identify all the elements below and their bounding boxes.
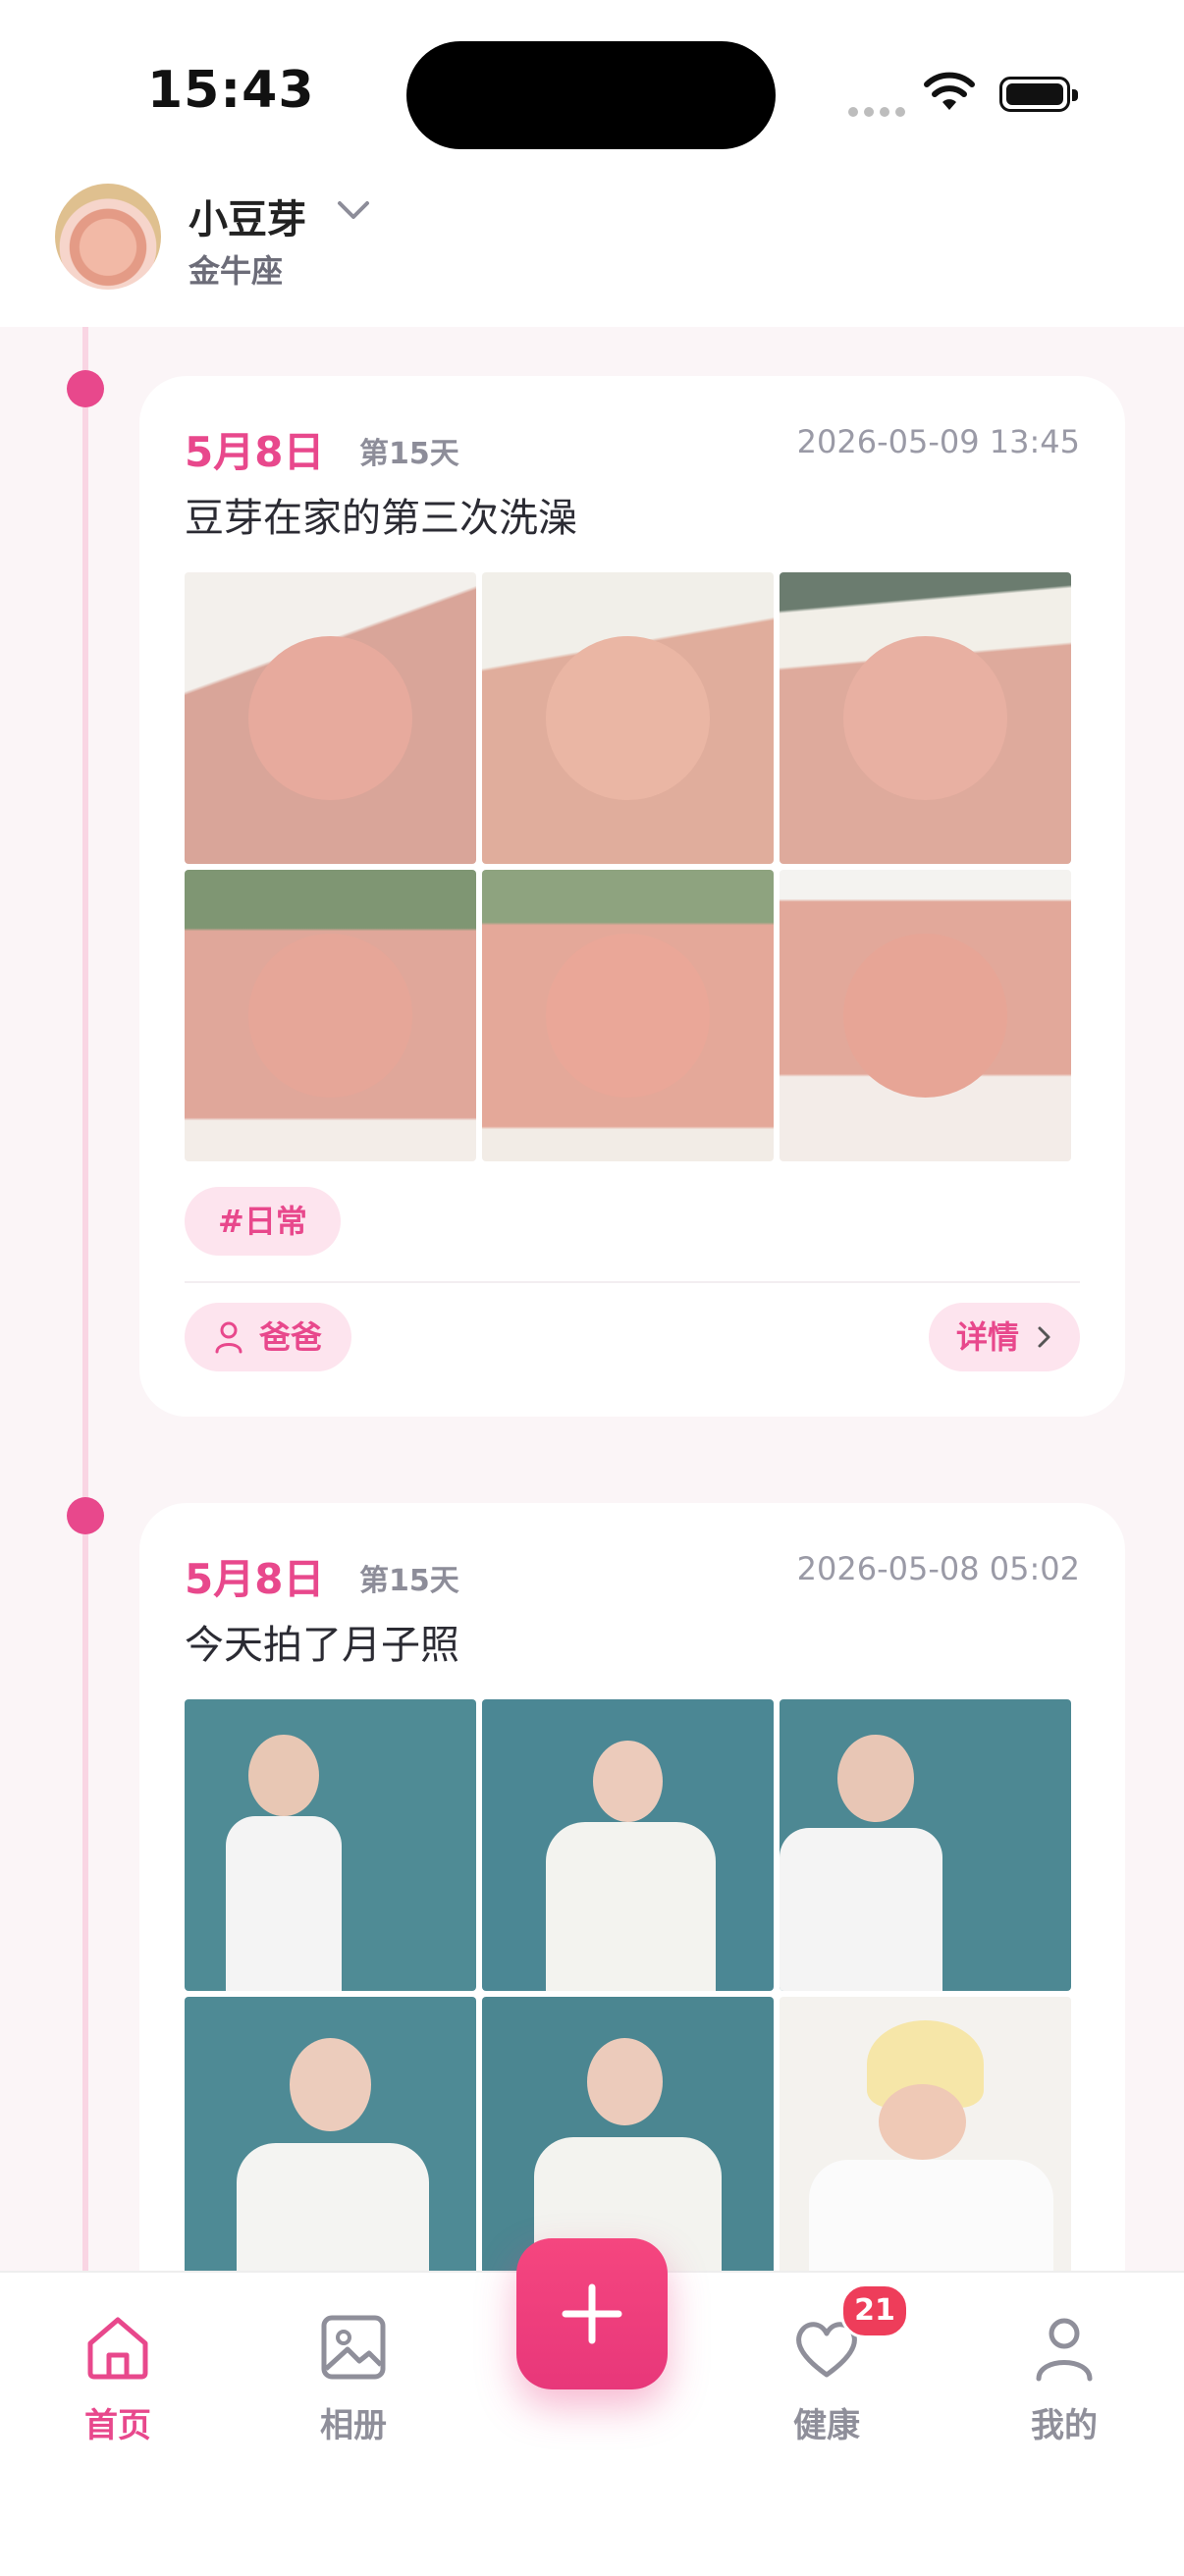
photo-thumbnail[interactable] [482,572,774,864]
cellular-signal-icon [848,102,911,121]
baby-zodiac: 金牛座 [188,252,284,290]
photo-thumbnail[interactable] [185,1997,476,2271]
post-date: 5月8日 [185,428,325,476]
baby-avatar[interactable] [55,184,161,290]
battery-icon [999,77,1078,112]
photo-thumbnail[interactable] [482,870,774,1161]
home-icon [87,2317,148,2380]
post-tag[interactable]: #日常 [185,1187,341,1256]
status-bar: 15:43 [0,0,1184,172]
photo-grid [185,572,1072,1161]
add-post-button[interactable] [516,2238,668,2389]
photo-thumbnail[interactable] [185,870,476,1161]
author-name: 爸爸 [259,1318,323,1356]
chevron-down-icon[interactable] [334,195,373,225]
photo-thumbnail[interactable] [780,572,1071,864]
timeline-line [82,327,88,2271]
detail-button[interactable]: 详情 [928,1303,1080,1371]
post-timestamp: 2026-05-08 05:02 [796,1550,1080,1587]
dynamic-island [406,41,776,149]
user-icon [1036,2318,1093,2382]
author-chip[interactable]: 爸爸 [185,1303,352,1371]
photo-thumbnail[interactable] [482,1997,774,2271]
timeline-dot [67,370,104,407]
photo-thumbnail[interactable] [780,1997,1071,2271]
post-day-count: 第15天 [359,1564,459,1598]
post-title: 豆芽在家的第三次洗澡 [185,496,577,541]
photo-thumbnail[interactable] [482,1699,774,1991]
post-title: 今天拍了月子照 [185,1623,459,1668]
detail-label: 详情 [955,1318,1019,1356]
photo-grid [185,1699,1072,2271]
nav-item-album[interactable]: 相册 [265,2310,442,2446]
nav-label: 相册 [320,2406,387,2445]
app-header: 小豆芽 金牛座 [0,172,1184,327]
user-icon [215,1321,242,1354]
status-time: 15:43 [147,61,315,120]
nav-item-profile[interactable]: 我的 [976,2310,1153,2446]
health-badge: 21 [840,2283,909,2338]
plus-icon [562,2283,622,2344]
timeline-feed[interactable]: 5月8日 第15天 2026-05-09 13:45 豆芽在家的第三次洗澡 #日… [0,327,1184,2271]
photo-thumbnail[interactable] [185,572,476,864]
nav-item-home[interactable]: 首页 [29,2310,206,2446]
baby-name[interactable]: 小豆芽 [188,188,306,244]
wifi-icon [924,72,975,110]
card-divider [185,1281,1080,1283]
nav-label: 我的 [1031,2406,1098,2445]
photo-thumbnail[interactable] [780,1699,1071,1991]
nav-label: 首页 [84,2406,151,2445]
photo-thumbnail[interactable] [185,1699,476,1991]
photo-thumbnail[interactable] [780,870,1071,1161]
chevron-right-icon [1038,1326,1050,1348]
post-date: 5月8日 [185,1555,325,1603]
post-day-count: 第15天 [359,437,459,471]
timeline-dot [67,1497,104,1534]
post-timestamp: 2026-05-09 13:45 [796,423,1080,460]
image-icon [321,2315,386,2380]
post-card[interactable]: 5月8日 第15天 2026-05-08 05:02 今天拍了月子照 [139,1503,1125,2271]
post-card[interactable]: 5月8日 第15天 2026-05-09 13:45 豆芽在家的第三次洗澡 #日… [139,376,1125,1417]
nav-label: 健康 [793,2406,860,2445]
